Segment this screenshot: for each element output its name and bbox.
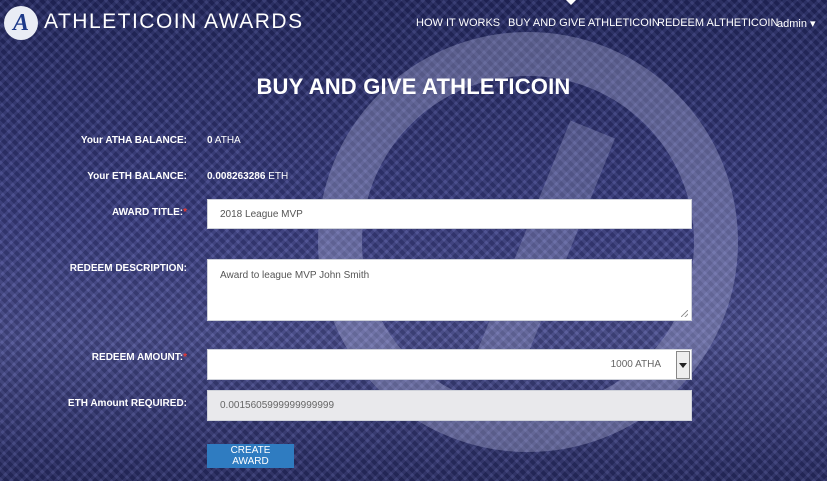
top-navbar: A ATHLETICOIN AWARDS HOW IT WORKS BUY AN…	[0, 0, 827, 48]
create-award-button[interactable]: CREATE AWARD	[207, 444, 294, 468]
required-marker: *	[183, 352, 187, 363]
eth-balance-value: 0.008263286 ETH	[207, 171, 288, 182]
chevron-down-icon	[679, 362, 687, 368]
award-title-label: AWARD TITLE:*	[112, 207, 187, 218]
nav-user-menu[interactable]: admin ▾	[777, 17, 816, 30]
atha-balance-value: 0 ATHA	[207, 135, 241, 146]
page-title: BUY AND GIVE ATHLETICOIN	[256, 74, 571, 99]
redeem-description-value: Award to league MVP John Smith	[220, 270, 370, 281]
active-nav-caret-icon	[566, 0, 576, 5]
dropdown-button[interactable]	[676, 351, 690, 379]
eth-required-label: ETH Amount REQUIRED:	[67, 398, 187, 409]
atha-balance-amount: 0	[207, 135, 213, 146]
atha-balance-unit: ATHA	[214, 135, 241, 146]
award-title-value: 2018 League MVP	[220, 208, 303, 220]
redeem-amount-value: 1000 ATHA	[610, 359, 661, 370]
athleticoin-logo-icon[interactable]: A	[4, 6, 38, 40]
nav-redeem[interactable]: REDEEM ALTHETICOIN	[657, 17, 778, 29]
required-marker: *	[183, 207, 187, 218]
user-name: admin	[777, 18, 807, 30]
user-menu-caret-icon: ▾	[810, 18, 816, 30]
eth-balance-amount: 0.008263286	[207, 171, 266, 182]
redeem-amount-label: REDEEM AMOUNT:*	[92, 352, 187, 363]
resize-handle-icon[interactable]	[681, 310, 688, 317]
award-title-label-text: AWARD TITLE:	[111, 207, 184, 218]
eth-required-field: 0.0015605999999999999	[207, 390, 692, 421]
brand-title[interactable]: ATHLETICOIN AWARDS	[44, 10, 304, 34]
redeem-amount-label-text: REDEEM AMOUNT:	[91, 352, 184, 363]
redeem-amount-select[interactable]: 1000 ATHA	[207, 349, 692, 380]
nav-how-it-works[interactable]: HOW IT WORKS	[416, 17, 500, 29]
eth-required-value: 0.0015605999999999999	[220, 400, 335, 411]
redeem-description-textarea[interactable]: Award to league MVP John Smith	[207, 259, 692, 321]
eth-balance-label: Your ETH BALANCE:	[87, 171, 187, 182]
redeem-description-label: REDEEM DESCRIPTION:	[69, 263, 187, 274]
atha-balance-label: Your ATHA BALANCE:	[80, 135, 187, 146]
nav-buy-and-give[interactable]: BUY AND GIVE ATHLETICOIN	[508, 17, 660, 29]
award-title-input[interactable]: 2018 League MVP	[207, 199, 692, 229]
eth-balance-unit: ETH	[268, 171, 289, 182]
